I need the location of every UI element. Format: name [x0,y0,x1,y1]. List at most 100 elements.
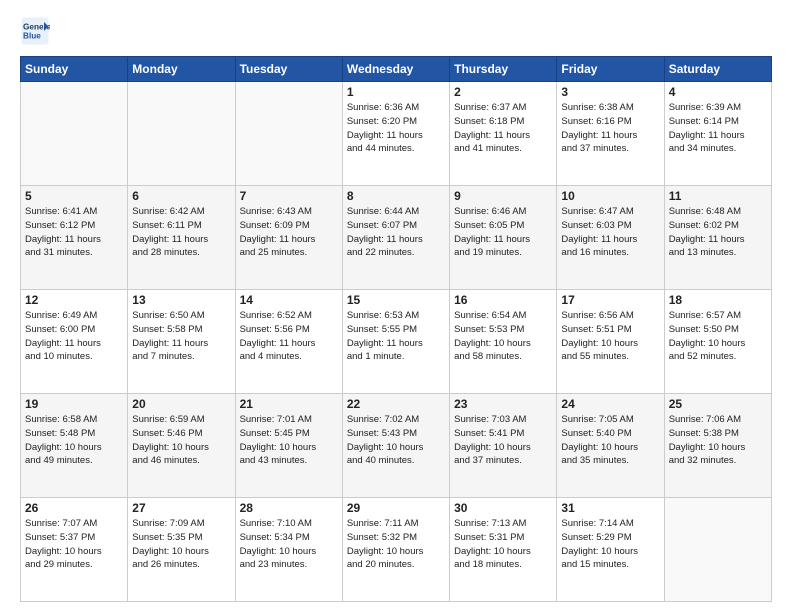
day-number: 17 [561,293,659,307]
day-info: Sunrise: 7:01 AM Sunset: 5:45 PM Dayligh… [240,413,338,468]
day-number: 14 [240,293,338,307]
day-number: 12 [25,293,123,307]
day-number: 30 [454,501,552,515]
day-number: 16 [454,293,552,307]
calendar-cell: 30 Sunrise: 7:13 AM Sunset: 5:31 PM Dayli… [450,498,557,602]
calendar-cell: 9 Sunrise: 6:46 AM Sunset: 6:05 PM Daylig… [450,186,557,290]
svg-text:Blue: Blue [23,32,41,41]
calendar-cell: 2Sunrise: 6:37 AM Sunset: 6:18 PM Daylig… [450,82,557,186]
weekday-header-monday: Monday [128,57,235,82]
day-number: 25 [669,397,767,411]
day-info: Sunrise: 6:53 AM Sunset: 5:55 PM Dayligh… [347,309,445,364]
day-info: Sunrise: 7:02 AM Sunset: 5:43 PM Dayligh… [347,413,445,468]
day-info: Sunrise: 7:14 AM Sunset: 5:29 PM Dayligh… [561,517,659,572]
weekday-header-friday: Friday [557,57,664,82]
day-number: 9 [454,189,552,203]
day-info: Sunrise: 6:58 AM Sunset: 5:48 PM Dayligh… [25,413,123,468]
day-number: 24 [561,397,659,411]
calendar-cell: 31 Sunrise: 7:14 AM Sunset: 5:29 PM Dayli… [557,498,664,602]
day-number: 18 [669,293,767,307]
day-info: Sunrise: 7:03 AM Sunset: 5:41 PM Dayligh… [454,413,552,468]
weekday-header-row: SundayMondayTuesdayWednesdayThursdayFrid… [21,57,772,82]
weekday-header-thursday: Thursday [450,57,557,82]
weekday-header-tuesday: Tuesday [235,57,342,82]
day-number: 7 [240,189,338,203]
weekday-header-wednesday: Wednesday [342,57,449,82]
calendar-cell: 10Sunrise: 6:47 AM Sunset: 6:03 PM Dayli… [557,186,664,290]
header: General Blue [20,16,772,46]
calendar-cell: 5 Sunrise: 6:41 AM Sunset: 6:12 PM Daylig… [21,186,128,290]
calendar-cell: 27 Sunrise: 7:09 AM Sunset: 5:35 PM Dayli… [128,498,235,602]
calendar-cell: 25 Sunrise: 7:06 AM Sunset: 5:38 PM Dayli… [664,394,771,498]
day-number: 20 [132,397,230,411]
day-info: Sunrise: 6:36 AM Sunset: 6:20 PM Dayligh… [347,101,445,156]
logo-icon: General Blue [20,16,50,46]
day-info: Sunrise: 6:50 AM Sunset: 5:58 PM Dayligh… [132,309,230,364]
day-number: 27 [132,501,230,515]
calendar-cell [664,498,771,602]
page: General Blue SundayMondayTuesdayWednesda… [0,0,792,612]
calendar-cell: 16 Sunrise: 6:54 AM Sunset: 5:53 PM Dayli… [450,290,557,394]
day-info: Sunrise: 6:54 AM Sunset: 5:53 PM Dayligh… [454,309,552,364]
calendar-cell: 26Sunrise: 7:07 AM Sunset: 5:37 PM Dayli… [21,498,128,602]
calendar-cell: 15 Sunrise: 6:53 AM Sunset: 5:55 PM Dayli… [342,290,449,394]
calendar-cell: 24Sunrise: 7:05 AM Sunset: 5:40 PM Dayli… [557,394,664,498]
calendar-cell: 3 Sunrise: 6:38 AM Sunset: 6:16 PM Daylig… [557,82,664,186]
day-info: Sunrise: 6:57 AM Sunset: 5:50 PM Dayligh… [669,309,767,364]
day-info: Sunrise: 6:43 AM Sunset: 6:09 PM Dayligh… [240,205,338,260]
day-info: Sunrise: 6:48 AM Sunset: 6:02 PM Dayligh… [669,205,767,260]
day-info: Sunrise: 6:44 AM Sunset: 6:07 PM Dayligh… [347,205,445,260]
calendar-table: SundayMondayTuesdayWednesdayThursdayFrid… [20,56,772,602]
calendar-cell: 19 Sunrise: 6:58 AM Sunset: 5:48 PM Dayli… [21,394,128,498]
day-number: 15 [347,293,445,307]
day-info: Sunrise: 6:46 AM Sunset: 6:05 PM Dayligh… [454,205,552,260]
calendar-cell: 28 Sunrise: 7:10 AM Sunset: 5:34 PM Dayli… [235,498,342,602]
day-number: 31 [561,501,659,515]
calendar-week-2: 5 Sunrise: 6:41 AM Sunset: 6:12 PM Daylig… [21,186,772,290]
day-info: Sunrise: 6:56 AM Sunset: 5:51 PM Dayligh… [561,309,659,364]
day-info: Sunrise: 6:39 AM Sunset: 6:14 PM Dayligh… [669,101,767,156]
day-number: 29 [347,501,445,515]
calendar-cell: 7 Sunrise: 6:43 AM Sunset: 6:09 PM Daylig… [235,186,342,290]
day-info: Sunrise: 6:38 AM Sunset: 6:16 PM Dayligh… [561,101,659,156]
day-number: 6 [132,189,230,203]
day-info: Sunrise: 7:10 AM Sunset: 5:34 PM Dayligh… [240,517,338,572]
day-number: 2 [454,85,552,99]
logo: General Blue [20,16,50,46]
day-info: Sunrise: 6:41 AM Sunset: 6:12 PM Dayligh… [25,205,123,260]
calendar-cell: 20 Sunrise: 6:59 AM Sunset: 5:46 PM Dayli… [128,394,235,498]
calendar-cell: 17 Sunrise: 6:56 AM Sunset: 5:51 PM Dayli… [557,290,664,394]
day-info: Sunrise: 7:13 AM Sunset: 5:31 PM Dayligh… [454,517,552,572]
day-number: 8 [347,189,445,203]
day-number: 22 [347,397,445,411]
calendar-cell: 11 Sunrise: 6:48 AM Sunset: 6:02 PM Dayli… [664,186,771,290]
day-number: 11 [669,189,767,203]
day-number: 28 [240,501,338,515]
calendar-week-5: 26Sunrise: 7:07 AM Sunset: 5:37 PM Dayli… [21,498,772,602]
day-info: Sunrise: 6:47 AM Sunset: 6:03 PM Dayligh… [561,205,659,260]
day-info: Sunrise: 7:06 AM Sunset: 5:38 PM Dayligh… [669,413,767,468]
day-info: Sunrise: 7:09 AM Sunset: 5:35 PM Dayligh… [132,517,230,572]
calendar-week-1: 1Sunrise: 6:36 AM Sunset: 6:20 PM Daylig… [21,82,772,186]
calendar-cell: 8 Sunrise: 6:44 AM Sunset: 6:07 PM Daylig… [342,186,449,290]
calendar-cell: 22 Sunrise: 7:02 AM Sunset: 5:43 PM Dayli… [342,394,449,498]
day-number: 5 [25,189,123,203]
calendar-cell: 29 Sunrise: 7:11 AM Sunset: 5:32 PM Dayli… [342,498,449,602]
day-info: Sunrise: 6:59 AM Sunset: 5:46 PM Dayligh… [132,413,230,468]
calendar-cell: 18 Sunrise: 6:57 AM Sunset: 5:50 PM Dayli… [664,290,771,394]
day-info: Sunrise: 6:42 AM Sunset: 6:11 PM Dayligh… [132,205,230,260]
day-info: Sunrise: 7:11 AM Sunset: 5:32 PM Dayligh… [347,517,445,572]
weekday-header-saturday: Saturday [664,57,771,82]
day-number: 19 [25,397,123,411]
day-number: 4 [669,85,767,99]
weekday-header-sunday: Sunday [21,57,128,82]
day-number: 3 [561,85,659,99]
calendar-week-3: 12Sunrise: 6:49 AM Sunset: 6:00 PM Dayli… [21,290,772,394]
day-number: 26 [25,501,123,515]
calendar-cell [128,82,235,186]
calendar-cell: 23Sunrise: 7:03 AM Sunset: 5:41 PM Dayli… [450,394,557,498]
calendar-cell: 14Sunrise: 6:52 AM Sunset: 5:56 PM Dayli… [235,290,342,394]
calendar-cell: 4 Sunrise: 6:39 AM Sunset: 6:14 PM Daylig… [664,82,771,186]
calendar-cell: 12Sunrise: 6:49 AM Sunset: 6:00 PM Dayli… [21,290,128,394]
calendar-cell: 6 Sunrise: 6:42 AM Sunset: 6:11 PM Daylig… [128,186,235,290]
